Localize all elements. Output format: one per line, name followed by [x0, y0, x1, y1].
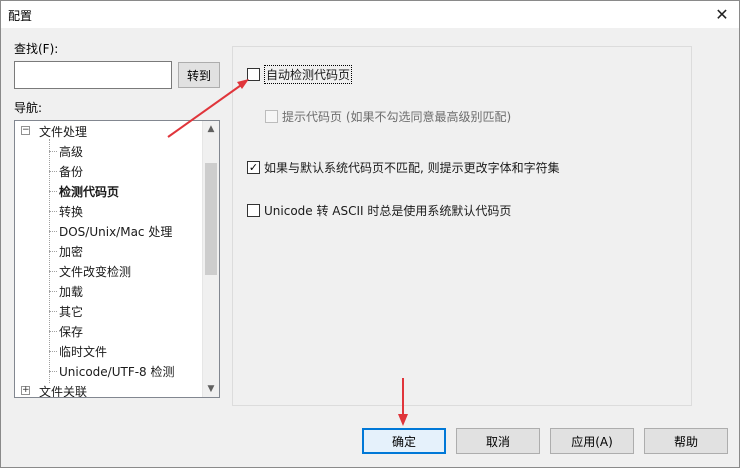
goto-button[interactable]: 转到 — [178, 62, 220, 88]
checkbox-label: 自动检测代码页 — [264, 65, 353, 84]
scroll-down-icon[interactable]: ▼ — [203, 381, 219, 397]
checkbox-box — [265, 110, 278, 123]
tree-item-file-change-detection[interactable]: 文件改变检测 — [15, 261, 203, 281]
tree-item-label: 检测代码页 — [59, 184, 120, 199]
close-icon: ✕ — [715, 5, 729, 24]
tree-item-label: 其它 — [59, 304, 84, 319]
tree-item-file-handling[interactable]: − 文件处理 — [15, 121, 203, 141]
check-icon: ✓ — [248, 161, 259, 174]
tree-item-label: 文件改变检测 — [59, 264, 132, 279]
checkbox-label: 如果与默认系统代码页不匹配, 则提示更改字体和字符集 — [264, 161, 560, 175]
tree-item-encryption[interactable]: 加密 — [15, 241, 203, 261]
tree-item-file-association[interactable]: + 文件关联 — [15, 381, 203, 398]
scroll-up-icon[interactable]: ▲ — [203, 121, 219, 137]
tree-item-save[interactable]: 保存 — [15, 321, 203, 341]
unicode-ascii-checkbox[interactable]: Unicode 转 ASCII 时总是使用系统默认代码页 — [247, 202, 511, 219]
goto-button-label: 转到 — [186, 68, 211, 83]
checkbox-box[interactable]: ✓ — [247, 161, 260, 174]
checkbox-box[interactable] — [247, 204, 260, 217]
cancel-button-label: 取消 — [485, 434, 510, 449]
tree-item-label: 转换 — [59, 204, 84, 219]
collapse-icon[interactable]: − — [21, 126, 30, 135]
window-title: 配置 — [8, 9, 33, 23]
checkbox-label: 提示代码页 (如果不勾选同意最高级别匹配) — [282, 110, 512, 124]
ok-button-label: 确定 — [391, 434, 416, 449]
tree-item-label: 临时文件 — [59, 344, 108, 359]
auto-detect-checkbox[interactable]: 自动检测代码页 — [247, 65, 353, 84]
close-button[interactable]: ✕ — [705, 1, 739, 28]
search-label: 查找(F): — [14, 42, 59, 56]
tree-item-detect-codepage[interactable]: 检测代码页 — [15, 181, 203, 201]
tree-item-label: 加载 — [59, 284, 84, 299]
title-bar: 配置 ✕ — [1, 1, 739, 28]
tree-item-advanced[interactable]: 高级 — [15, 141, 203, 161]
tree-item-temp-files[interactable]: 临时文件 — [15, 341, 203, 361]
scroll-thumb[interactable] — [205, 163, 217, 275]
ok-button[interactable]: 确定 — [362, 428, 446, 454]
tree-item-unicode-detection[interactable]: Unicode/UTF-8 检测 — [15, 361, 203, 381]
tree-item-other[interactable]: 其它 — [15, 301, 203, 321]
tree-item-loading[interactable]: 加载 — [15, 281, 203, 301]
tree-item-dos-unix-mac[interactable]: DOS/Unix/Mac 处理 — [15, 221, 203, 241]
checkbox-label: Unicode 转 ASCII 时总是使用系统默认代码页 — [264, 204, 512, 218]
expand-icon[interactable]: + — [21, 386, 30, 395]
mismatch-prompt-checkbox[interactable]: ✓ 如果与默认系统代码页不匹配, 则提示更改字体和字符集 — [247, 159, 560, 176]
tree-item-label: 文件关联 — [39, 384, 88, 398]
checkbox-box[interactable] — [247, 68, 260, 81]
config-dialog: 配置 ✕ 查找(F): 转到 导航: − 文件处理 高级 备份 检测代码页 转换 — [0, 0, 740, 468]
search-input[interactable] — [14, 61, 172, 89]
apply-button-label: 应用(A) — [571, 434, 613, 449]
tree-item-label: DOS/Unix/Mac 处理 — [59, 224, 173, 239]
apply-button[interactable]: 应用(A) — [550, 428, 634, 454]
cancel-button[interactable]: 取消 — [456, 428, 540, 454]
tree-item-label: 备份 — [59, 164, 84, 179]
tree-item-backup[interactable]: 备份 — [15, 161, 203, 181]
nav-label: 导航: — [14, 101, 43, 115]
help-button[interactable]: 帮助 — [644, 428, 728, 454]
tree-item-label: 加密 — [59, 244, 84, 259]
tree-scrollbar[interactable]: ▲ ▼ — [202, 121, 219, 397]
annotation-arrowhead — [398, 414, 408, 426]
tree-item-convert[interactable]: 转换 — [15, 201, 203, 221]
tree-item-label: 保存 — [59, 324, 84, 339]
help-button-label: 帮助 — [673, 434, 698, 449]
options-panel — [232, 46, 692, 406]
prompt-codepage-checkbox: 提示代码页 (如果不勾选同意最高级别匹配) — [265, 108, 511, 125]
tree-item-label: 文件处理 — [39, 124, 88, 139]
nav-tree[interactable]: − 文件处理 高级 备份 检测代码页 转换 DOS/Unix/Mac 处理 加密 — [14, 120, 220, 398]
tree-item-label: 高级 — [59, 144, 84, 159]
tree-item-label: Unicode/UTF-8 检测 — [59, 364, 175, 379]
